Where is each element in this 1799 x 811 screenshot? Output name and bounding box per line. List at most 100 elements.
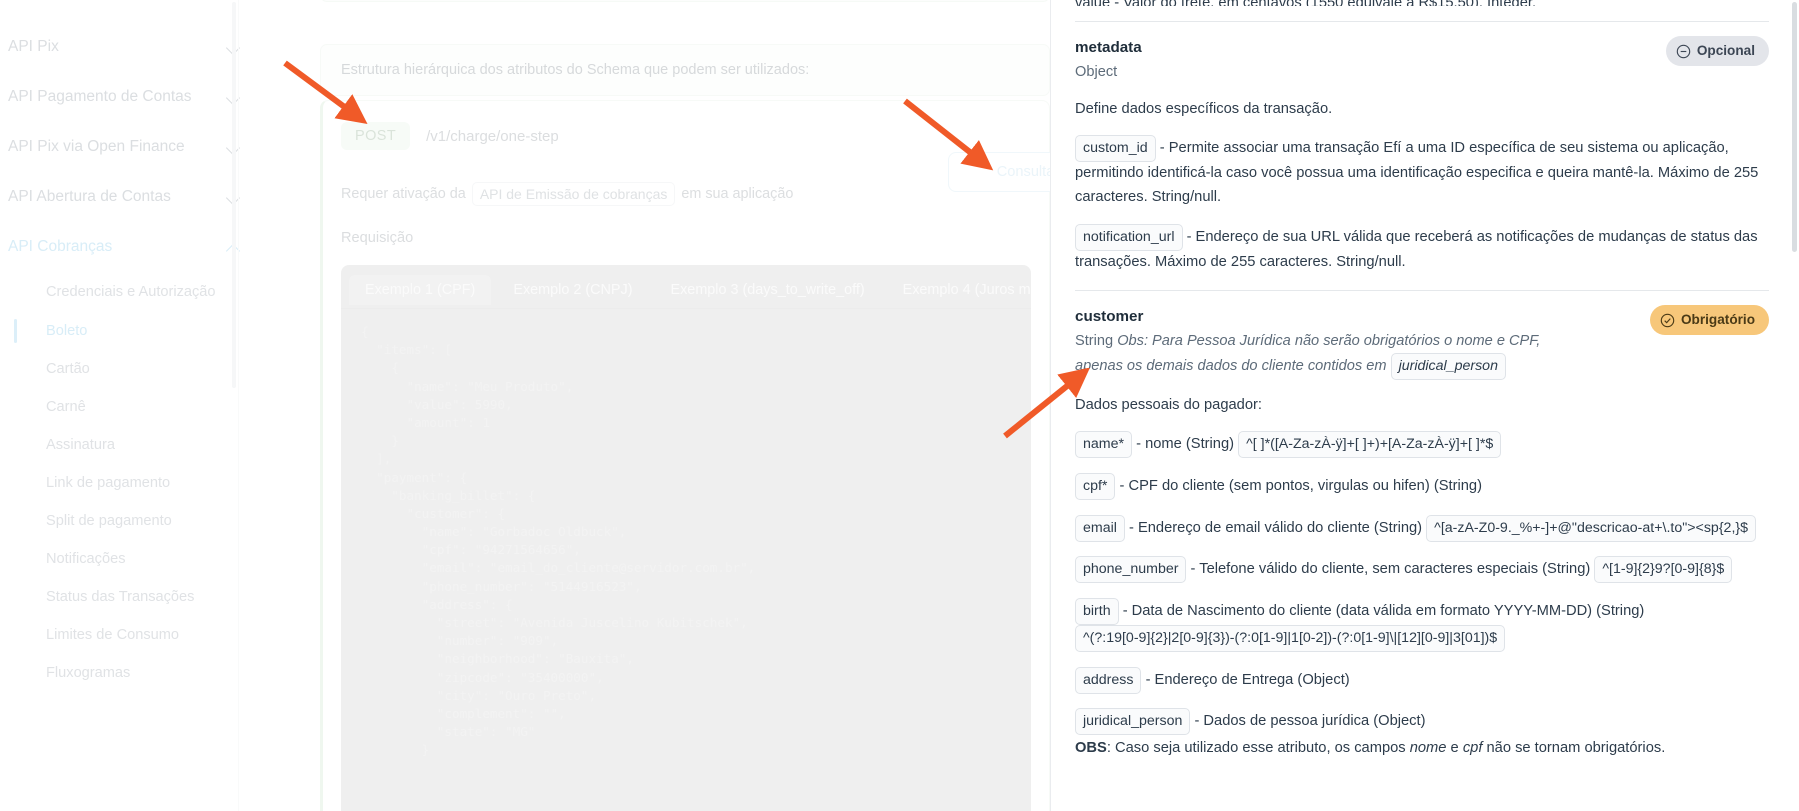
sidebar-group-label: API Pagamento de Contas [8,88,192,105]
attribute-customer-header: customer String Obs: Para Pessoa Jurídic… [1075,305,1769,381]
request-section-title: Requisição [341,230,414,246]
obs-label: OBS [1075,740,1107,757]
sidebar-item-credenciais-e-autorizacao[interactable]: Credenciais e Autorização [0,274,268,312]
attributes-panel-inner: value - Valor do frete, em centavos (155… [1051,0,1799,761]
field-pattern-birth: ^(?:19[0-9]{2}|2[0-9]{3})-(?:0[1-9]|1[0-… [1075,625,1506,653]
sidebar-item-link-de-pagamento[interactable]: Link de pagamento [0,464,268,502]
obs-emphasis-nome: nome [1409,740,1447,757]
sidebar-item-assinatura[interactable]: Assinatura [0,426,268,464]
field-chip-name: name* [1075,431,1133,459]
obs-emphasis-cpf: cpf [1462,740,1483,757]
sidebar-item-boleto[interactable]: Boleto [0,312,268,350]
sidebar-item-label: Carnê [46,398,86,415]
sidebar-item-fluxogramas[interactable]: Fluxogramas [0,654,268,692]
field-chip-phone-number: phone_number [1075,556,1187,584]
sidebar-group-label: API Pix via Open Finance [8,138,185,155]
sidebar-item-notificacoes[interactable]: Notificações [0,540,268,578]
requirement-prefix: Requer ativação da [341,186,466,202]
field-description: - Data de Nascimento do cliente (data vá… [1118,603,1645,620]
customer-field-name: name* - nome (String) ^[ ]*([A-Za-zÀ-ÿ]+… [1075,431,1769,459]
customer-field-address: address - Endereço de Entrega (Object) [1075,666,1769,694]
requirement-api-chip[interactable]: API de Emissão de cobranças [471,182,676,206]
metadata-description: Define dados específicos da transação. [1075,101,1333,118]
tab-exemplo-3-days-to-write-off[interactable]: Exemplo 3 (days_to_write_off) [655,275,881,305]
sidebar-group-api-pagamento-de-contas[interactable]: API Pagamento de Contas [0,72,268,122]
sidebar-item-split-de-pagamento[interactable]: Split de pagamento [0,502,268,540]
section-divider [1075,290,1769,292]
schema-hint-text: Estrutura hierárquica dos atributos do S… [341,62,810,78]
field-description: - Endereço de Entrega (Object) [1141,671,1350,688]
status-badge-obrigatorio: Obrigatório [1649,305,1769,336]
interest-note-box: Caso opte por não especificar o tipo de … [320,0,1050,2]
sidebar-item-status-das-transacoes[interactable]: Status das Transações [0,578,268,616]
sidebar-item-cartao[interactable]: Cartão [0,350,268,388]
tab-exemplo-2-cnpj[interactable]: Exemplo 2 (CNPJ) [497,275,648,305]
customer-field-phone-number: phone_number - Telefone válido do client… [1075,556,1769,584]
endpoint-path: /v1/charge/one-step [426,127,559,145]
field-pattern-phone-number: ^[1-9]{2}9?[0-9]{8}$ [1594,556,1733,584]
sidebar-item-label: Status das Transações [46,588,195,605]
endpoint-card: POST /v1/charge/one-step Requer ativação… [320,100,1050,811]
field-description: - Permite associar uma transação Efí a u… [1075,140,1759,205]
consultar-atributos-button[interactable]: Consultar atributos [948,152,1050,192]
check-circle-icon [1660,313,1675,327]
section-divider [1075,21,1769,22]
attribute-name: metadata [1075,39,1142,56]
obs-text-3: não se tornam obrigatórios. [1482,740,1666,757]
tab-exemplo-4-juros-mensais[interactable]: Exemplo 4 (Juros mensais) [887,275,1031,305]
tab-exemplo-1-cpf[interactable]: Exemplo 1 (CPF) [349,275,492,305]
customer-field-birth: birth - Data de Nascimento do cliente (d… [1075,598,1769,653]
field-chip-juridical-person: juridical_person [1075,708,1191,736]
customer-field-email: email - Endereço de email válido do clie… [1075,514,1769,542]
sidebar-item-label: Notificações [46,550,126,567]
code-example-tabs: Exemplo 1 (CPF) Exemplo 2 (CNPJ) Exemplo… [341,265,1031,309]
sidebar-item-label: Boleto [46,322,88,339]
status-badge-label: Obrigatório [1680,312,1755,328]
code-block: { "items": [ { "name": "Meu Produto", "v… [361,324,756,758]
attribute-metadata-header: metadata Object Opcional [1075,36,1769,84]
customer-obs: OBS: Caso seja utilizado esse atributo, … [1075,737,1769,761]
attribute-type: String Obs: Para Pessoa Jurídica não ser… [1075,330,1545,381]
obs-text-2: e [1446,740,1463,757]
right-panel-scrollbar[interactable] [1792,2,1797,252]
minus-circle-icon [1676,44,1691,58]
field-description: - Dados de pessoa jurídica (Object) [1190,713,1426,730]
sidebar-group-api-pix[interactable]: API Pix [0,22,268,72]
sidebar-item-label: Link de pagamento [46,474,171,491]
http-method-badge: POST [341,122,411,150]
field-pattern-email: ^[a-zA-Z0-9._%+-]+@"descricao-at+\.to"><… [1426,514,1757,542]
sidebar-group-label: API Abertura de Contas [8,188,171,205]
status-badge-opcional: Opcional [1665,36,1769,67]
sidebar-group-api-pix-via-open-finance[interactable]: API Pix via Open Finance [0,122,268,172]
attribute-type-base: String [1075,332,1114,349]
sidebar-group-api-abertura-de-contas[interactable]: API Abertura de Contas [0,172,268,222]
sidebar-item-label: Fluxogramas [46,664,131,681]
code-example-panel: Exemplo 1 (CPF) Exemplo 2 (CNPJ) Exemplo… [341,265,1031,811]
attribute-name: customer [1075,308,1144,326]
metadata-field-notification-url: notification_url - Endereço de sua URL v… [1075,224,1769,275]
field-chip-notification-url: notification_url [1075,224,1183,252]
sidebar-group-label: API Cobranças [8,238,113,255]
sidebar-item-label: Cartão [46,360,90,377]
sidebar-group-api-cobrancas[interactable]: API Cobranças [0,222,268,272]
schema-hint-box: Estrutura hierárquica dos atributos do S… [320,44,1050,96]
sidebar: API Pix API Pagamento de Contas API Pix … [0,0,268,811]
sidebar-item-carne[interactable]: Carnê [0,388,268,426]
customer-field-cpf: cpf* - CPF do cliente (sem pontos, virgu… [1075,472,1769,500]
field-chip-custom-id: custom_id [1075,135,1156,163]
field-description: - CPF do cliente (sem pontos, virgulas o… [1115,477,1482,494]
consultar-atributos-label: Consultar atributos [996,164,1050,180]
truncated-value-line: value - Valor do frete, em centavos (155… [1075,0,1769,6]
attributes-side-panel: value - Valor do frete, em centavos (155… [1050,0,1799,811]
customer-field-juridical-person: juridical_person - Dados de pessoa juríd… [1075,708,1769,736]
sidebar-item-label: Split de pagamento [46,512,172,529]
sidebar-item-limites-de-consumo[interactable]: Limites de Consumo [0,616,268,654]
sidebar-scrollbar[interactable] [232,2,236,388]
field-pattern-name: ^[ ]*([A-Za-zÀ-ÿ]+[ ]+)+[A-Za-zÀ-ÿ]+[ ]*… [1238,431,1502,459]
field-description: - Telefone válido do cliente, sem caract… [1186,561,1595,578]
sidebar-item-label: Limites de Consumo [46,626,180,643]
sidebar-group-label: API Pix [8,38,59,55]
sidebar-item-label: Assinatura [46,436,115,453]
sidebar-subitems: Credenciais e Autorização Boleto Cartão … [0,272,268,692]
metadata-field-custom-id: custom_id - Permite associar uma transaç… [1075,135,1769,210]
